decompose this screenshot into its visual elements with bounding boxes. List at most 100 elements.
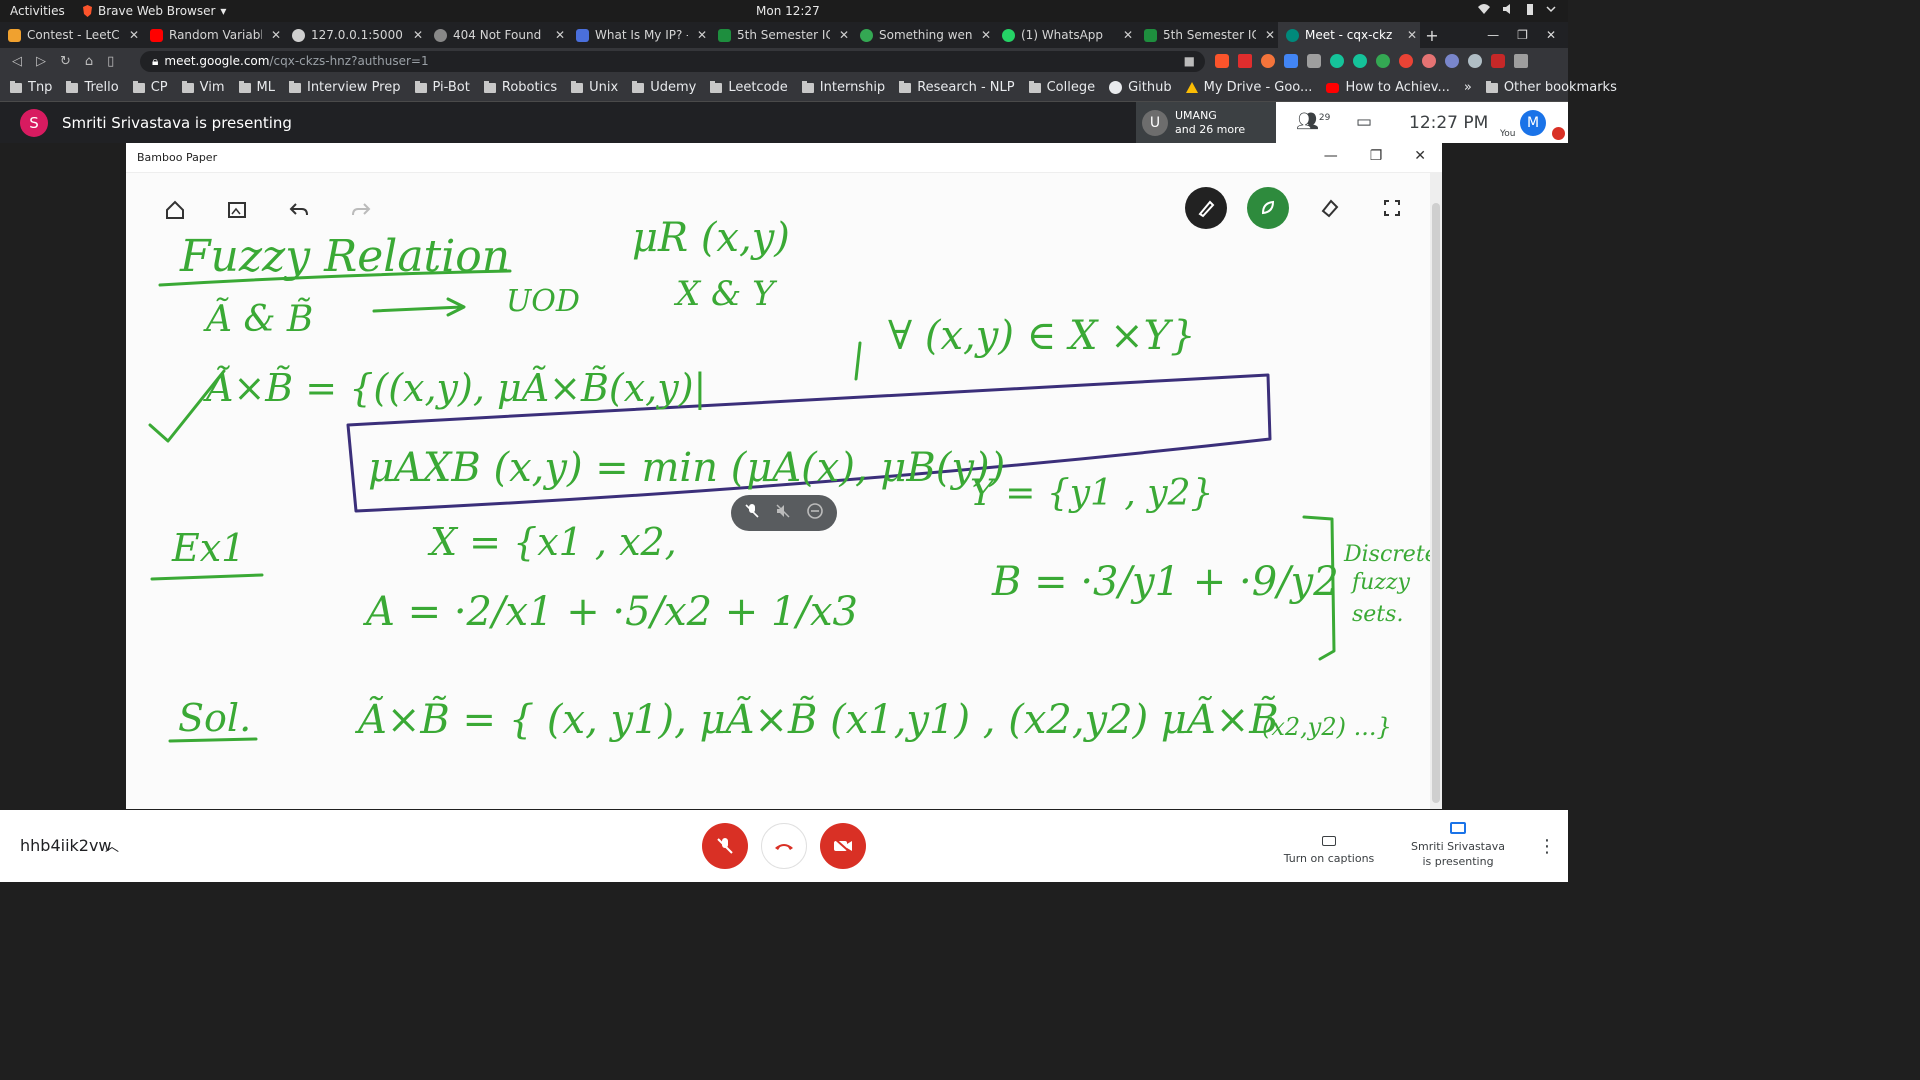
close-icon[interactable]: ✕: [978, 28, 994, 42]
folder-icon: [238, 80, 251, 93]
close-icon[interactable]: ✕: [1404, 28, 1420, 42]
extension-icon[interactable]: [1284, 54, 1298, 68]
system-clock[interactable]: Mon 12:27: [756, 4, 820, 18]
mic-toggle-button[interactable]: [702, 823, 748, 869]
grammarly-icon[interactable]: [1353, 54, 1367, 68]
app-menu[interactable]: Brave Web Browser ▾: [82, 4, 226, 18]
chevron-up-icon[interactable]: ︿: [105, 836, 119, 856]
activities-button[interactable]: Activities: [10, 4, 65, 18]
handwritten-notes-canvas: Fuzzy Relation μR (x,y) Ã & B̃ UOD X & Y…: [148, 215, 1430, 743]
tab[interactable]: Contest - LeetCode ✕: [0, 22, 142, 48]
grammarly-icon[interactable]: [1330, 54, 1344, 68]
close-icon[interactable]: ✕: [552, 28, 568, 42]
restore-icon[interactable]: ❐: [1517, 28, 1528, 42]
bookmark-folder[interactable]: Vim: [181, 80, 225, 95]
chat-icon[interactable]: ▭: [1356, 112, 1372, 132]
bookmark-folder[interactable]: Interview Prep: [288, 80, 401, 95]
tab-strip: Contest - LeetCode ✕ Random Variables ✕ 12…: [0, 22, 1568, 48]
bookmark-folder[interactable]: Tnp: [10, 80, 52, 95]
people-button[interactable]: 👥︎29: [1296, 111, 1330, 132]
bookmark-label: Vim: [199, 80, 225, 95]
camera-toggle-button[interactable]: [820, 823, 866, 869]
self-avatar[interactable]: M: [1520, 110, 1546, 136]
close-icon[interactable]: ✕: [1546, 28, 1556, 42]
back-icon[interactable]: ◁: [12, 54, 22, 69]
bookmark-folder[interactable]: Robotics: [483, 80, 557, 95]
nav-buttons: ◁ ▷ ↻ ⌂ ▯: [0, 54, 140, 69]
brave-shields-icon[interactable]: [1215, 54, 1229, 68]
bookmark-folder[interactable]: ML: [238, 80, 275, 95]
extension-icon[interactable]: [1307, 54, 1321, 68]
extension-icon[interactable]: [1468, 54, 1482, 68]
pen-tool-icon: [1185, 187, 1227, 229]
note-text: sets.: [1352, 602, 1403, 627]
close-icon[interactable]: ✕: [1120, 28, 1136, 42]
brave-rewards-icon[interactable]: [1238, 54, 1252, 68]
bookmark-folder[interactable]: College: [1028, 80, 1095, 95]
volume-off-icon[interactable]: [775, 503, 791, 523]
bookmark-folder[interactable]: Research - NLP: [899, 80, 1015, 95]
tab[interactable]: 5th Semester ICE ✕: [1136, 22, 1278, 48]
bookmark-icon[interactable]: ▯: [107, 54, 114, 69]
bookmark-folder[interactable]: Udemy: [632, 80, 696, 95]
bookmark-link[interactable]: Github: [1109, 80, 1172, 95]
bookmark-folder[interactable]: Leetcode: [710, 80, 788, 95]
presenting-footer-label: Smriti Srivastava is presenting: [1411, 840, 1505, 868]
minus-circle-icon[interactable]: [806, 502, 824, 524]
note-text: Fuzzy Relation: [179, 231, 510, 282]
extension-icon[interactable]: [1491, 54, 1505, 68]
tab[interactable]: (1) WhatsApp ✕: [994, 22, 1136, 48]
extension-icon[interactable]: [1261, 54, 1275, 68]
menu-icon[interactable]: [1514, 54, 1528, 68]
tab[interactable]: What Is My IP? - Sh ✕: [568, 22, 710, 48]
chevron-down-icon: ▾: [220, 4, 227, 18]
leave-call-button[interactable]: [761, 823, 807, 869]
mic-off-icon[interactable]: [744, 503, 760, 523]
lock-icon[interactable]: 🔒︎: [152, 54, 158, 69]
bookmark-folder[interactable]: Pi-Bot: [414, 80, 470, 95]
camera-in-use-icon[interactable]: ■: [1184, 54, 1205, 68]
present-now-button[interactable]: Smriti Srivastava is presenting: [1408, 822, 1508, 869]
bookmark-folder[interactable]: Internship: [801, 80, 885, 95]
reload-icon[interactable]: ↻: [60, 54, 71, 69]
extension-icon[interactable]: [1399, 54, 1413, 68]
color-picker-icon: [1247, 187, 1289, 229]
arrow: [372, 297, 466, 317]
meeting-code[interactable]: hhb4iik2vw: [20, 836, 112, 855]
forward-icon[interactable]: ▷: [36, 54, 46, 69]
address-bar[interactable]: 🔒︎ meet.google.com/cqx-ckzs-hnz?authuser…: [140, 50, 1205, 72]
close-icon[interactable]: ✕: [694, 28, 710, 42]
participant-tile[interactable]: U UMANG and 26 more: [1136, 102, 1276, 143]
tab[interactable]: Random Variables ✕: [142, 22, 284, 48]
close-icon[interactable]: ✕: [410, 28, 426, 42]
extension-icon[interactable]: [1445, 54, 1459, 68]
home-icon[interactable]: ⌂: [85, 54, 93, 69]
system-tray[interactable]: [1478, 3, 1556, 15]
tab-favicon-icon: [434, 28, 447, 42]
tab[interactable]: Something went ✕: [852, 22, 994, 48]
more-bookmarks-button[interactable]: »: [1464, 80, 1472, 95]
bookmark-folder[interactable]: Unix: [571, 80, 618, 95]
tab-active[interactable]: Meet - cqx-ckz ✕: [1278, 22, 1420, 48]
new-tab-button[interactable]: +: [1420, 22, 1444, 48]
bookmark-link[interactable]: How to Achiev...: [1326, 80, 1450, 95]
bookmark-folder[interactable]: Trello: [66, 80, 119, 95]
audio-overlay[interactable]: [731, 495, 837, 531]
close-icon[interactable]: ✕: [1262, 28, 1278, 42]
extension-icon[interactable]: [1376, 54, 1390, 68]
tab[interactable]: 127.0.0.1:5000 ✕: [284, 22, 426, 48]
minimize-icon[interactable]: —: [1487, 28, 1499, 42]
bookmark-link[interactable]: My Drive - Goo...: [1185, 80, 1312, 95]
other-bookmarks-folder[interactable]: Other bookmarks: [1485, 80, 1617, 95]
captions-button[interactable]: Turn on captions: [1282, 828, 1376, 865]
tab[interactable]: 404 Not Found ✕: [426, 22, 568, 48]
tab[interactable]: 5th Semester ICE ✕: [710, 22, 852, 48]
extension-icon[interactable]: [1422, 54, 1436, 68]
folder-icon: [1485, 80, 1498, 93]
close-icon[interactable]: ✕: [836, 28, 852, 42]
more-options-icon[interactable]: ⋮: [1538, 836, 1556, 857]
close-icon[interactable]: ✕: [268, 28, 284, 42]
close-icon[interactable]: ✕: [126, 28, 142, 42]
bookmark-folder[interactable]: CP: [132, 80, 168, 95]
tab-title: Random Variables: [169, 28, 262, 42]
